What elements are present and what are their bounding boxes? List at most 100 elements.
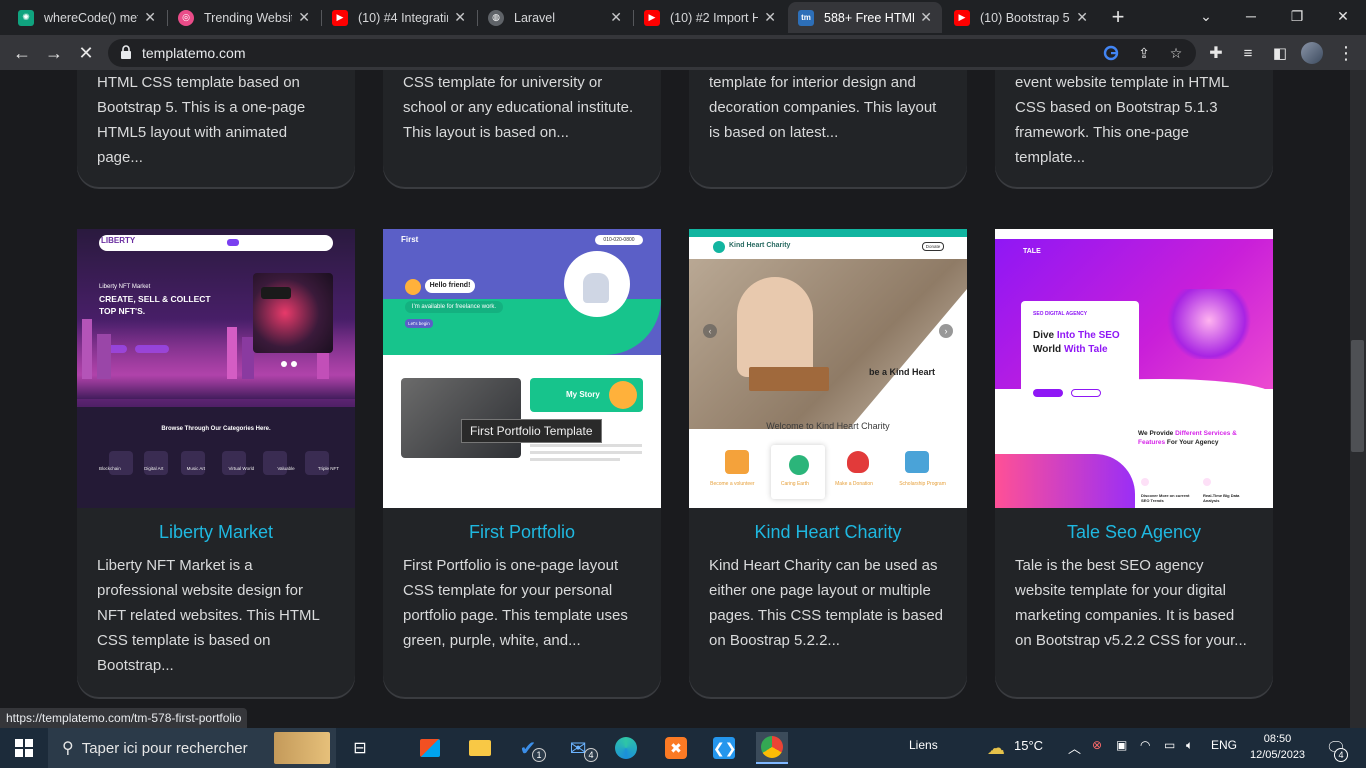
thumb-browse: Browse Through Our Categories Here. xyxy=(161,426,271,432)
thumb-category: Music Art xyxy=(186,466,206,471)
close-icon[interactable]: ✕ xyxy=(610,9,622,26)
lock-icon xyxy=(121,45,131,59)
links-toolbar-label[interactable]: Liens xyxy=(909,738,938,752)
minimize-button[interactable]: ─ xyxy=(1228,0,1274,32)
profile-avatar[interactable] xyxy=(1298,39,1326,67)
card-description: event website template in HTML CSS based… xyxy=(1015,74,1229,166)
template-card-first-portfolio: First 010-020-0800 Hello friend! I'm ava… xyxy=(383,229,661,697)
task-view-icon[interactable]: ⊟ xyxy=(344,732,376,764)
close-window-button[interactable]: ✕ xyxy=(1320,0,1366,32)
clock[interactable]: 08:50 12/05/2023 xyxy=(1250,731,1305,763)
scrollbar-thumb[interactable] xyxy=(1351,340,1364,452)
thumb-category: Triple NFT xyxy=(317,466,339,471)
tab-title: Laravel xyxy=(514,10,555,25)
todo-badge: 1 xyxy=(532,748,546,762)
thumb-small: Liberty NFT Market xyxy=(99,284,151,290)
search-placeholder: Taper ici pour rechercher xyxy=(81,739,248,757)
card-title-link[interactable]: Kind Heart Charity xyxy=(689,522,967,543)
side-panel-icon[interactable]: ◧ xyxy=(1266,39,1294,67)
language-indicator[interactable]: ENG xyxy=(1211,738,1237,752)
thumb-hello: Hello friend! xyxy=(425,279,475,293)
tab-import-html[interactable]: ▶ (10) #2 Import Ht ✕ xyxy=(634,2,786,33)
youtube-icon: ▶ xyxy=(954,9,970,26)
address-bar[interactable]: templatemo.com ⇪ ☆ xyxy=(108,39,1196,67)
thumb-headline-accent: With Tale xyxy=(1063,344,1108,355)
menu-kebab-icon[interactable]: ⋮ xyxy=(1332,39,1360,67)
card-description: template for interior design and decorat… xyxy=(709,74,937,141)
template-card-kind-heart-charity: Kind Heart Charity Donate be a Kind Hear… xyxy=(689,229,967,697)
tab-bootstrap[interactable]: ▶ (10) Bootstrap 5 F ✕ xyxy=(944,2,1098,33)
windows-start-icon[interactable] xyxy=(8,732,40,764)
thumb-category: Valuable xyxy=(277,466,295,471)
youtube-icon: ▶ xyxy=(332,9,348,26)
xampp-icon[interactable]: ✖ xyxy=(660,732,692,764)
tab-laravel[interactable]: ◍ Laravel ✕ xyxy=(478,2,632,33)
thumbnail-liberty-market[interactable]: LIBERTY Liberty NFT Market CREATE, SELL … xyxy=(77,229,355,508)
close-icon[interactable]: ✕ xyxy=(920,9,932,26)
tab-search-chevron-icon[interactable]: ⌄ xyxy=(1183,0,1229,32)
page-scrollbar[interactable] xyxy=(1350,70,1366,728)
dribbble-icon: ◎ xyxy=(178,9,194,26)
monitor-icon[interactable]: ▣ xyxy=(1116,738,1127,752)
media-queue-icon[interactable]: ≡ xyxy=(1234,39,1262,67)
templatemo-icon: tm xyxy=(798,9,814,26)
close-icon[interactable]: ✕ xyxy=(454,9,466,26)
mail-badge: 4 xyxy=(584,748,598,762)
close-icon[interactable]: ✕ xyxy=(144,9,156,26)
volume-icon[interactable]: 🔈︎ xyxy=(1186,738,1193,753)
page-viewport: HTML CSS template based on Bootstrap 5. … xyxy=(0,70,1366,728)
stop-loading-button[interactable]: ✕ xyxy=(72,39,100,67)
back-button[interactable]: ← xyxy=(8,39,36,67)
windows-taskbar: ⚲ Taper ici pour rechercher ⊟ ✔ 1 ✉ 4 ✖ … xyxy=(0,728,1366,768)
thumb-provide: For Your Agency xyxy=(1165,439,1219,446)
edge-icon[interactable] xyxy=(610,732,642,764)
tab-title: (10) #2 Import Ht xyxy=(670,10,759,25)
thumbnail-kind-heart-charity[interactable]: Kind Heart Charity Donate be a Kind Hear… xyxy=(689,229,967,508)
restore-button[interactable]: ❐ xyxy=(1274,0,1320,32)
share-icon[interactable]: ⇪ xyxy=(1133,43,1155,63)
tray-chevron-icon[interactable]: ︿ xyxy=(1068,738,1081,757)
card-title-link[interactable]: Tale Seo Agency xyxy=(995,522,1273,543)
thumb-phone: 010-020-0800 xyxy=(595,235,643,245)
template-card: template for interior design and decorat… xyxy=(689,70,967,187)
taskbar-search[interactable]: ⚲ Taper ici pour rechercher xyxy=(48,728,336,768)
close-icon[interactable]: ✕ xyxy=(1076,9,1088,26)
card-title-link[interactable]: First Portfolio xyxy=(383,522,661,543)
file-explorer-icon[interactable] xyxy=(464,732,496,764)
chrome-taskbar-icon[interactable] xyxy=(756,732,788,764)
tab-templatemo-active[interactable]: tm 588+ Free HTML ✕ xyxy=(788,2,942,33)
google-icon[interactable] xyxy=(1100,43,1122,63)
store-icon[interactable] xyxy=(414,732,446,764)
extensions-puzzle-icon[interactable]: ✚ xyxy=(1202,39,1230,67)
thumb-hero-shape xyxy=(849,289,967,429)
card-title-link[interactable]: Liberty Market xyxy=(77,522,355,543)
card-description: First Portfolio is one-page layout CSS t… xyxy=(403,557,628,649)
vscode-icon[interactable]: ❮❯ xyxy=(708,732,740,764)
bookmark-star-icon[interactable]: ☆ xyxy=(1165,43,1187,63)
battery-icon[interactable]: ▭ xyxy=(1164,738,1175,752)
tab-whereCode[interactable]: ✺ whereCode() met ✕ xyxy=(8,2,166,33)
weather-cloud-icon[interactable]: ☁ xyxy=(980,732,1012,764)
antivirus-icon[interactable]: ⊗ xyxy=(1092,738,1102,752)
new-tab-button[interactable]: + xyxy=(1104,4,1132,30)
card-description: Liberty NFT Market is a professional web… xyxy=(97,557,320,674)
tab-strip: ✺ whereCode() met ✕ ◎ Trending Website ✕… xyxy=(0,0,1366,35)
wifi-icon[interactable]: ◠ xyxy=(1140,738,1150,752)
thumb-brand: Kind Heart Charity xyxy=(729,242,791,249)
close-icon[interactable]: ✕ xyxy=(298,9,310,26)
weather-temp[interactable]: 15°C xyxy=(1014,738,1043,753)
notification-badge: 4 xyxy=(1334,748,1348,762)
close-icon[interactable]: ✕ xyxy=(764,9,776,26)
thumb-headline-accent: Into The SEO xyxy=(1056,330,1120,341)
thumbnail-first-portfolio[interactable]: First 010-020-0800 Hello friend! I'm ava… xyxy=(383,229,661,508)
tab-title: Trending Website xyxy=(204,10,293,25)
address-url: templatemo.com xyxy=(142,45,246,61)
template-card-tale-seo-agency: TALE SEO DIGITAL AGENCY Dive Into The SE… xyxy=(995,229,1273,697)
search-highlight-image xyxy=(274,732,330,764)
forward-button[interactable]: → xyxy=(40,39,68,67)
thumb-item: Caring Earth xyxy=(780,481,809,487)
tab-trending-website[interactable]: ◎ Trending Website ✕ xyxy=(168,2,320,33)
youtube-icon: ▶ xyxy=(644,9,660,26)
thumbnail-tale-seo-agency[interactable]: TALE SEO DIGITAL AGENCY Dive Into The SE… xyxy=(995,229,1273,508)
tab-integrating[interactable]: ▶ (10) #4 Integratin ✕ xyxy=(322,2,476,33)
